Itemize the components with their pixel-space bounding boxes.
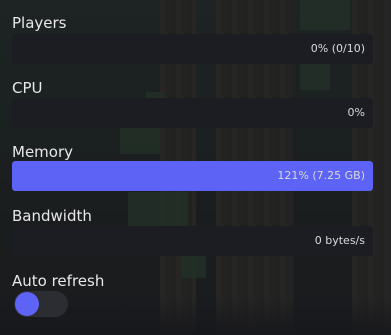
bandwidth-section: Bandwidth 0 bytes/s xyxy=(12,207,373,256)
server-stats-panel: Players 0% (0/10) CPU 0% Memory 121% (7.… xyxy=(0,0,391,335)
memory-bar: 121% (7.25 GB) xyxy=(12,161,373,191)
cpu-section: CPU 0% xyxy=(12,79,373,128)
auto-refresh-toggle[interactable] xyxy=(14,291,68,317)
players-section: Players 0% (0/10) xyxy=(12,14,373,64)
players-value: 0% (0/10) xyxy=(310,42,365,55)
bandwidth-label: Bandwidth xyxy=(12,207,92,225)
auto-refresh-section: Auto refresh xyxy=(12,272,373,290)
cpu-value: 0% xyxy=(347,106,365,119)
memory-label: Memory xyxy=(12,143,74,161)
memory-value: 121% (7.25 GB) xyxy=(277,169,365,182)
memory-section: Memory 121% (7.25 GB) xyxy=(12,143,373,191)
cpu-bar: 0% xyxy=(12,98,373,128)
players-label: Players xyxy=(12,14,67,32)
auto-refresh-label: Auto refresh xyxy=(12,272,105,290)
cpu-label: CPU xyxy=(12,79,43,97)
players-bar: 0% (0/10) xyxy=(12,34,373,64)
auto-refresh-toggle-knob xyxy=(15,292,39,316)
bandwidth-value: 0 bytes/s xyxy=(314,234,365,247)
bandwidth-bar: 0 bytes/s xyxy=(12,226,373,256)
